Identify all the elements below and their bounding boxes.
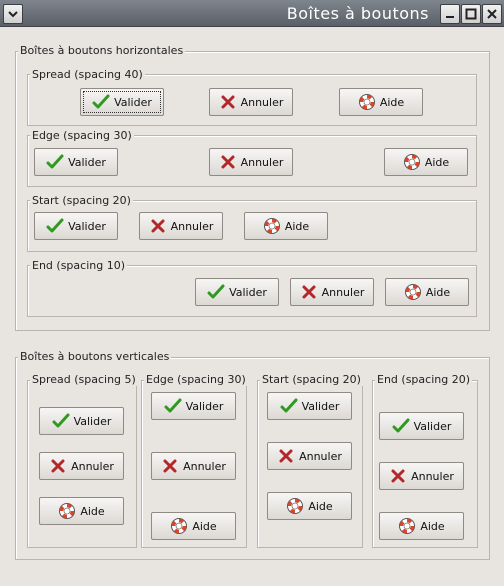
help-button-label: Aide [420, 519, 445, 533]
cancel-button-label: Annuler [240, 95, 284, 109]
ok-button[interactable]: Valider [39, 407, 124, 435]
ok-button-label: Valider [229, 285, 267, 299]
cross-icon [277, 447, 295, 465]
help-button-label: Aide [425, 285, 451, 299]
cancel-button[interactable]: Annuler [209, 88, 293, 116]
close-icon [487, 9, 497, 19]
ok-button-label: Valider [114, 95, 152, 109]
ok-button-label: Valider [68, 219, 106, 233]
ok-button-label: Valider [68, 155, 106, 169]
cancel-button[interactable]: Annuler [209, 148, 293, 176]
lifebuoy-icon [403, 153, 421, 171]
group-spread-v-label: Spread (spacing 5) [30, 373, 138, 386]
help-button[interactable]: Aide [244, 212, 328, 240]
cancel-button[interactable]: Annuler [39, 452, 124, 480]
ok-button-label: Valider [185, 399, 224, 413]
horizontal-frame-label: Boîtes à boutons horizontales [18, 44, 186, 57]
cross-icon [161, 457, 179, 475]
help-button[interactable]: Aide [384, 148, 468, 176]
lifebuoy-icon [263, 217, 281, 235]
cancel-button[interactable]: Annuler [379, 462, 464, 490]
cancel-button[interactable]: Annuler [151, 452, 236, 480]
minimize-button[interactable] [440, 4, 460, 24]
help-button-label: Aide [379, 95, 405, 109]
group-end-v-label: End (spacing 20) [375, 373, 472, 386]
lifebuoy-icon [170, 517, 188, 535]
lifebuoy-icon [286, 497, 304, 515]
lifebuoy-icon [58, 502, 76, 520]
cancel-button-label: Annuler [411, 469, 454, 483]
help-button[interactable]: Aide [151, 512, 236, 540]
group-edge-h-label: Edge (spacing 30) [30, 129, 134, 142]
help-button[interactable]: Aide [267, 492, 352, 520]
vertical-frame-label: Boîtes à boutons verticales [18, 350, 172, 363]
cross-icon [219, 93, 237, 111]
group-end-h-label: End (spacing 10) [30, 259, 127, 272]
cross-icon [389, 467, 407, 485]
help-button-label: Aide [192, 519, 217, 533]
help-button-label: Aide [424, 155, 450, 169]
title-bar: Boîtes à boutons [0, 0, 504, 27]
cross-icon [300, 283, 318, 301]
ok-button[interactable]: Valider [34, 148, 118, 176]
group-spread-h-label: Spread (spacing 40) [30, 68, 145, 81]
help-button[interactable]: Aide [379, 512, 464, 540]
check-icon [280, 397, 298, 415]
cancel-button[interactable]: Annuler [267, 442, 352, 470]
cross-icon [49, 457, 67, 475]
maximize-icon [465, 8, 477, 20]
check-icon [92, 93, 110, 111]
lifebuoy-icon [404, 283, 422, 301]
check-icon [164, 397, 182, 415]
cross-icon [149, 217, 167, 235]
cancel-button-label: Annuler [321, 285, 365, 299]
ok-button-label: Valider [413, 419, 452, 433]
help-button-label: Aide [284, 219, 310, 233]
maximize-button[interactable] [461, 4, 481, 24]
lifebuoy-icon [398, 517, 416, 535]
help-button-label: Aide [308, 499, 333, 513]
check-icon [46, 217, 64, 235]
cancel-button-label: Annuler [299, 449, 342, 463]
group-start-h-label: Start (spacing 20) [30, 194, 133, 207]
ok-button[interactable]: Valider [195, 278, 279, 306]
cancel-button[interactable]: Annuler [290, 278, 374, 306]
cancel-button-label: Annuler [240, 155, 284, 169]
ok-button-label: Valider [73, 414, 112, 428]
help-button[interactable]: Aide [339, 88, 423, 116]
close-button[interactable] [482, 4, 502, 24]
chevron-down-icon [8, 11, 18, 18]
cancel-button-label: Annuler [71, 459, 114, 473]
cancel-button-label: Annuler [183, 459, 226, 473]
cross-icon [219, 153, 237, 171]
ok-button[interactable]: Valider [267, 392, 352, 420]
group-start-v-label: Start (spacing 20) [260, 373, 363, 386]
check-icon [392, 417, 410, 435]
lifebuoy-icon [358, 93, 376, 111]
help-button[interactable]: Aide [385, 278, 469, 306]
group-edge-v-label: Edge (spacing 30) [144, 373, 248, 386]
minimize-icon [446, 16, 454, 18]
cancel-button[interactable]: Annuler [139, 212, 223, 240]
window-title: Boîtes à boutons [286, 4, 429, 23]
check-icon [46, 153, 64, 171]
cancel-button-label: Annuler [170, 219, 214, 233]
check-icon [52, 412, 70, 430]
ok-button[interactable]: Valider [151, 392, 236, 420]
check-icon [207, 283, 225, 301]
ok-button-label: Valider [301, 399, 340, 413]
ok-button[interactable]: Valider [34, 212, 118, 240]
window-menu-button[interactable] [3, 4, 23, 24]
ok-button[interactable]: Valider [379, 412, 464, 440]
help-button-label: Aide [80, 504, 105, 518]
help-button[interactable]: Aide [39, 497, 124, 525]
ok-button[interactable]: Valider [80, 88, 164, 116]
